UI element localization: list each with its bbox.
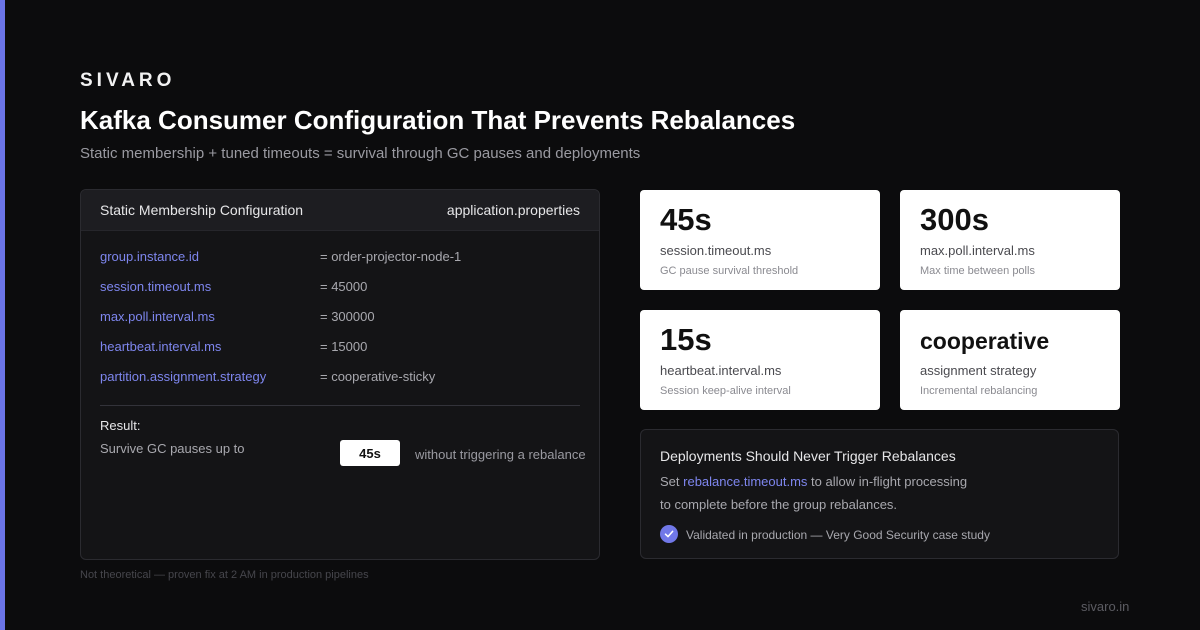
stat-card-max-poll: 300s max.poll.interval.ms Max time betwe… <box>900 190 1120 290</box>
rebalance-timeout-key: rebalance.timeout.ms <box>683 474 808 489</box>
stat-name: heartbeat.interval.ms <box>660 363 782 378</box>
result-label: Result: <box>100 418 141 433</box>
stat-value: 15s <box>660 322 712 357</box>
result-text: Survive GC pauses up to <box>100 441 245 456</box>
stat-name: max.poll.interval.ms <box>920 243 1035 258</box>
stat-description: Session keep-alive interval <box>660 385 791 397</box>
config-row: session.timeout.ms = 45000 <box>81 271 599 301</box>
config-panel: Static Membership Configuration applicat… <box>80 189 600 560</box>
config-key: partition.assignment.strategy <box>100 368 267 384</box>
config-value: = 300000 <box>320 308 375 324</box>
config-key: max.poll.interval.ms <box>100 308 215 324</box>
stat-card-session-timeout: 45s session.timeout.ms GC pause survival… <box>640 190 880 290</box>
config-panel-title: Static Membership Configuration <box>100 202 304 218</box>
stat-value: cooperative <box>920 328 1050 354</box>
brand-logo-text: SIVARO <box>80 70 176 91</box>
site-url: sivaro.in <box>1081 599 1130 614</box>
config-row: heartbeat.interval.ms = 15000 <box>81 331 599 361</box>
stat-name: session.timeout.ms <box>660 243 772 258</box>
stat-description: Max time between polls <box>920 265 1035 277</box>
stat-card-assignment-strategy: cooperative assignment strategy Incremen… <box>900 310 1120 410</box>
config-key: heartbeat.interval.ms <box>100 338 222 354</box>
footnote: Not theoretical — proven fix at 2 AM in … <box>80 569 369 581</box>
deployments-line-1: Set rebalance.timeout.ms to allow in-fli… <box>660 474 967 489</box>
result-badge: 45s <box>340 440 400 466</box>
config-list: group.instance.id = order-projector-node… <box>81 231 599 391</box>
config-key: group.instance.id <box>100 248 200 264</box>
config-panel-header: Static Membership Configuration applicat… <box>81 190 599 231</box>
config-row: max.poll.interval.ms = 300000 <box>81 301 599 331</box>
stat-value: 300s <box>920 202 989 237</box>
config-row: partition.assignment.strategy = cooperat… <box>81 361 599 391</box>
config-row: group.instance.id = order-projector-node… <box>81 241 599 271</box>
config-value: = order-projector-node-1 <box>320 248 462 264</box>
config-value: = 15000 <box>320 338 368 354</box>
config-divider <box>100 405 580 406</box>
stat-card-heartbeat: 15s heartbeat.interval.ms Session keep-a… <box>640 310 880 410</box>
config-file-name: application.properties <box>446 202 580 218</box>
deployments-panel: Deployments Should Never Trigger Rebalan… <box>640 429 1119 559</box>
page-subtitle: Static membership + tuned timeouts = sur… <box>80 145 641 162</box>
stat-description: GC pause survival threshold <box>660 265 799 277</box>
stat-description: Incremental rebalancing <box>920 385 1038 397</box>
deployments-title: Deployments Should Never Trigger Rebalan… <box>660 448 956 464</box>
config-key: session.timeout.ms <box>100 278 212 294</box>
result-suffix: without triggering a rebalance <box>415 447 586 462</box>
stat-value: 45s <box>660 202 712 237</box>
left-accent-bar <box>0 0 5 630</box>
validated-text: Validated in production — Very Good Secu… <box>686 528 990 542</box>
config-value: = cooperative-sticky <box>320 368 436 384</box>
page-title: Kafka Consumer Configuration That Preven… <box>80 105 796 135</box>
check-circle-icon <box>660 525 678 543</box>
deployments-line-prefix: Set <box>660 474 680 489</box>
deployments-line-suffix: to allow in-flight processing <box>811 474 968 489</box>
deployments-line-2: to complete before the group rebalances. <box>660 497 898 512</box>
config-value: = 45000 <box>320 278 368 294</box>
stat-name: assignment strategy <box>920 363 1037 378</box>
